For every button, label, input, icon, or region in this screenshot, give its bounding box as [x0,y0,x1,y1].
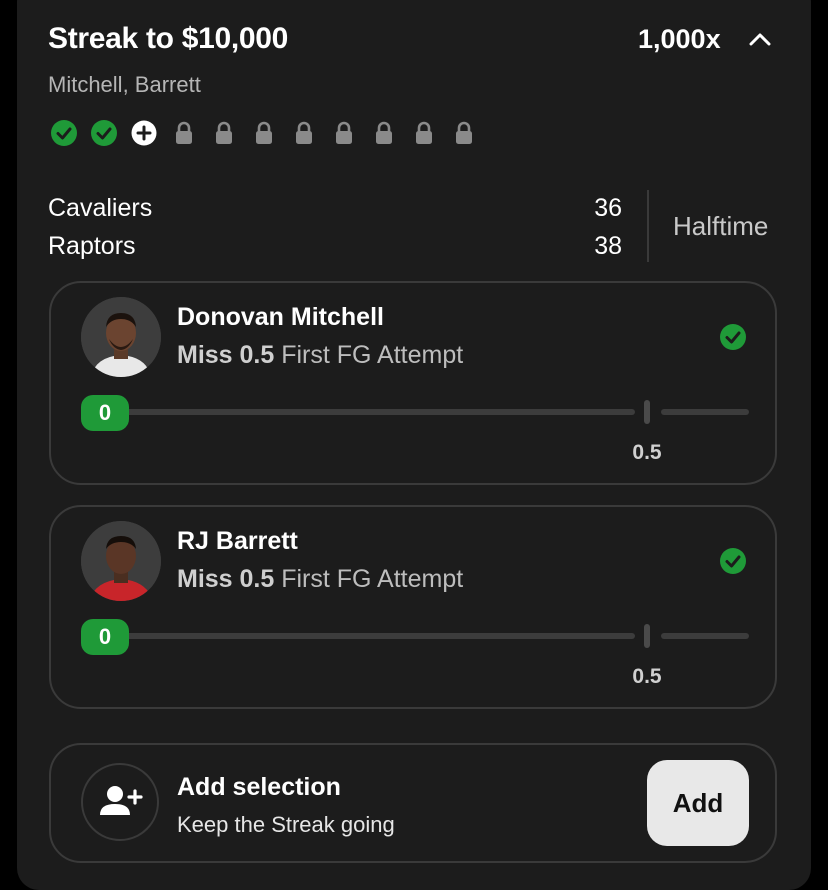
player-name: RJ Barrett [177,527,298,555]
game-status: Halftime [673,211,769,241]
multiplier: 1,000x [638,24,721,54]
player-name: Donovan Mitchell [177,303,384,331]
team-name-away: Raptors [48,232,136,260]
pick-card[interactable]: Donovan Mitchell Miss 0.5 First FG Attem… [49,281,777,485]
threshold-label: 0.5 [632,441,662,464]
check-circle-icon [720,324,746,350]
pick-market: First FG Attempt [281,341,464,369]
pick-outcome: Miss 0.5 [177,341,275,369]
lock-icon [216,121,232,144]
avatar [81,297,161,377]
check-circle-icon [51,120,77,146]
add-selection-card[interactable]: Add selection Keep the Streak going Add [49,743,777,863]
lock-icon [296,121,312,144]
streak-title: Streak to $10,000 [48,22,289,55]
current-value-badge: 0 [81,619,129,655]
plus-circle-icon [131,120,157,146]
lock-icon [416,121,432,144]
progress-track [99,409,635,415]
team-score-away: 38 [594,232,622,260]
streak-subtitle: Mitchell, Barrett [48,72,201,97]
lock-icon [376,121,392,144]
add-selection-title: Add selection [177,773,341,801]
threshold-marker [644,400,650,424]
pick-line: Miss 0.5 First FG Attempt [177,565,463,594]
lock-icon [256,121,272,144]
progress-track [99,633,635,639]
pick-line: Miss 0.5 First FG Attempt [177,341,463,370]
team-name-home: Cavaliers [48,194,153,222]
add-selection-subtitle: Keep the Streak going [177,812,395,837]
current-value-badge: 0 [81,395,129,431]
check-circle-icon [91,120,117,146]
add-user-icon [81,763,159,841]
threshold-label: 0.5 [632,665,662,688]
score-divider [647,190,649,262]
team-score-home: 36 [594,194,622,222]
threshold-marker [644,624,650,648]
progress-track [661,633,749,639]
chevron-up-icon[interactable] [746,27,774,51]
add-button[interactable]: Add [647,760,749,846]
check-circle-icon [720,548,746,574]
lock-icon [176,121,192,144]
pick-outcome: Miss 0.5 [177,565,275,593]
lock-icon [336,121,352,144]
pick-card[interactable]: RJ Barrett Miss 0.5 First FG Attempt 0 0… [49,505,777,709]
lock-icon [456,121,472,144]
progress-track [661,409,749,415]
avatar [81,521,161,601]
pick-market: First FG Attempt [281,565,464,593]
